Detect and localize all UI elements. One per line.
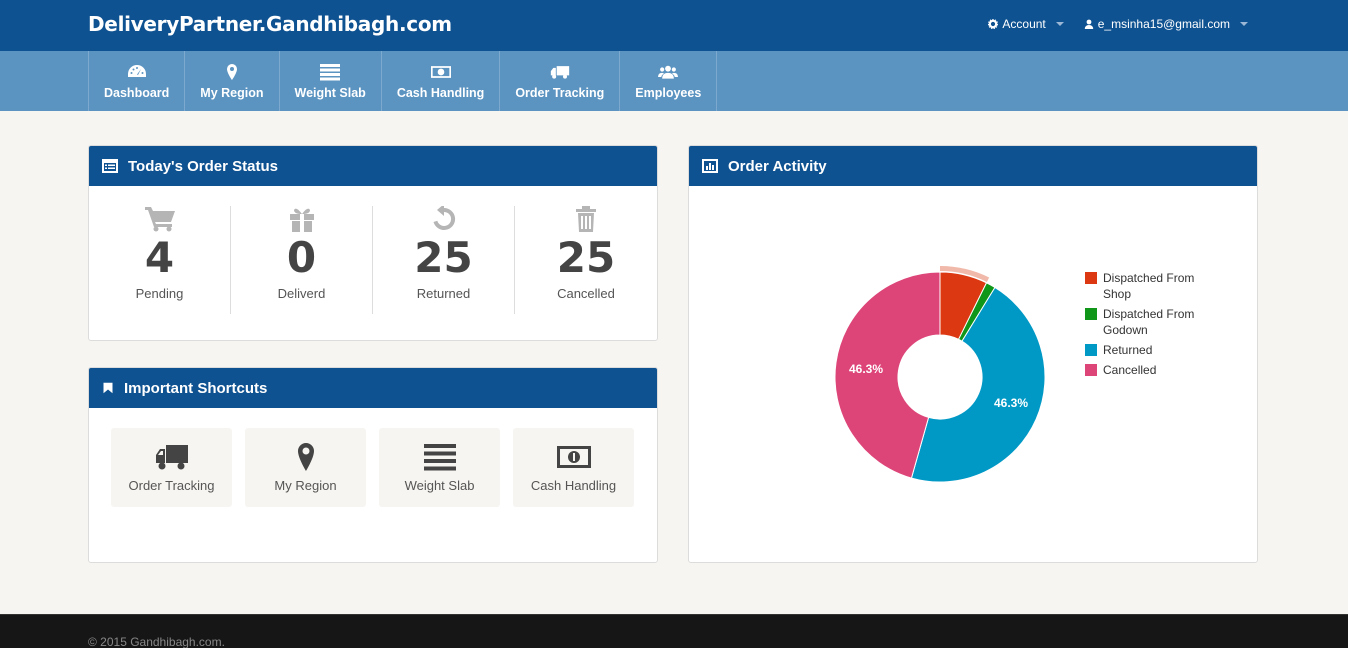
chevron-down-icon (1240, 22, 1248, 26)
map-marker-icon (297, 443, 314, 471)
cart-icon (144, 207, 175, 232)
stat-label: Pending (135, 286, 184, 301)
stat-label: Deliverd (277, 286, 326, 301)
legend-item[interactable]: Returned (1085, 342, 1213, 358)
gear-icon (988, 19, 999, 29)
shortcut-weight-slab[interactable]: Weight Slab (379, 428, 500, 507)
shortcut-cash-handling[interactable]: Cash Handling (513, 428, 634, 507)
legend-label: Dispatched From Godown (1103, 307, 1195, 337)
order-status-header: Today's Order Status (89, 146, 657, 186)
chevron-down-icon (1055, 22, 1064, 26)
legend-item[interactable]: Cancelled (1085, 362, 1213, 378)
legend-item[interactable]: Dispatched From Shop (1085, 270, 1213, 302)
stat-label: Returned (416, 286, 471, 301)
data-label: 46.3% (994, 396, 1028, 410)
stat-returned[interactable]: 25 Returned (373, 206, 515, 314)
stat-cancelled[interactable]: 25 Cancelled (515, 206, 657, 314)
stat-delivered[interactable]: 0 Deliverd (231, 206, 373, 314)
data-label: 46.3% (849, 362, 883, 376)
legend-item[interactable]: Dispatched From Godown (1085, 306, 1213, 338)
brand-title[interactable]: DeliveryPartner.Gandhibagh.com (88, 12, 452, 36)
money-icon (430, 65, 451, 78)
shortcut-my-region[interactable]: My Region (245, 428, 366, 507)
nav-dashboard[interactable]: Dashboard (89, 51, 186, 111)
shortcut-order-tracking[interactable]: Order Tracking (111, 428, 232, 507)
main-nav: Dashboard My Region Weight Slab Cash Han… (0, 51, 1348, 111)
order-status-panel: Today's Order Status 4 Pending 0 Deliver… (88, 145, 658, 341)
stat-label: Cancelled (557, 286, 615, 301)
legend-swatch (1085, 272, 1097, 284)
nav-label: Weight Slab (294, 85, 366, 100)
truck-icon (155, 445, 188, 470)
gift-icon (289, 208, 314, 232)
chart-legend: Dispatched From Shop Dispatched From Godo… (1085, 270, 1213, 382)
undo-icon (433, 206, 455, 230)
shortcut-label: Order Tracking (128, 478, 215, 493)
trash-icon (576, 206, 596, 232)
top-nav: Account e_msinha15@gmail.com (988, 17, 1248, 31)
legend-swatch (1085, 344, 1097, 356)
user-icon (1084, 19, 1093, 29)
panel-title: Order Activity (728, 157, 827, 175)
nav-label: Employees (635, 85, 702, 100)
order-activity-header: Order Activity (689, 146, 1257, 186)
nav-weight-slab[interactable]: Weight Slab (280, 51, 382, 111)
nav-order-tracking[interactable]: Order Tracking (500, 51, 621, 111)
stat-value: 4 (144, 233, 175, 282)
nav-my-region[interactable]: My Region (185, 51, 280, 111)
map-marker-icon (226, 63, 237, 80)
truck-icon (550, 65, 569, 79)
nav-label: Dashboard (104, 85, 170, 100)
stat-pending[interactable]: 4 Pending (89, 206, 231, 314)
dashboard-icon (127, 64, 146, 77)
order-activity-panel: Order Activity 46.3% 46.3% Dispatched Fro… (688, 145, 1258, 563)
shortcuts-panel: Important Shortcuts Order Tracking My Re… (88, 367, 658, 563)
shortcut-list: Order Tracking My Region Weight Slab Cas… (89, 408, 657, 507)
legend-swatch (1085, 308, 1097, 320)
footer: © 2015 Gandhibagh.com. (0, 614, 1348, 648)
list-alt-icon (102, 159, 118, 173)
stat-value: 25 (556, 233, 616, 282)
top-header: DeliveryPartner.Gandhibagh.com Account e… (0, 0, 1348, 51)
panel-title: Today's Order Status (128, 157, 278, 175)
nav-label: My Region (200, 85, 264, 100)
footer-text: © 2015 Gandhibagh.com. (88, 635, 225, 648)
nav-label: Order Tracking (515, 85, 605, 100)
order-stats: 4 Pending 0 Deliverd 25 Returned 25 Canc… (89, 186, 657, 314)
shortcut-label: Cash Handling (530, 478, 617, 493)
list-icon (423, 444, 456, 471)
stat-value: 0 (286, 233, 317, 282)
nav-cash-handling[interactable]: Cash Handling (382, 51, 501, 111)
list-icon (320, 63, 341, 80)
legend-label: Dispatched From Shop (1103, 271, 1195, 301)
legend-label: Cancelled (1103, 363, 1157, 377)
panel-title: Important Shortcuts (124, 379, 268, 397)
account-menu[interactable]: Account (988, 17, 1064, 31)
stat-value: 25 (414, 233, 473, 282)
user-menu[interactable]: e_msinha15@gmail.com (1084, 17, 1248, 31)
legend-swatch (1085, 364, 1097, 376)
account-label: Account (1002, 17, 1046, 31)
users-icon (658, 65, 679, 79)
nav-label: Cash Handling (396, 85, 485, 100)
shortcut-label: Weight Slab (404, 478, 475, 493)
shortcuts-header: Important Shortcuts (89, 368, 657, 408)
nav-employees[interactable]: Employees (620, 51, 718, 111)
bar-chart-icon (702, 159, 718, 173)
shortcut-label: My Region (274, 478, 337, 493)
user-email: e_msinha15@gmail.com (1097, 17, 1230, 31)
money-icon (556, 446, 591, 468)
legend-label: Returned (1103, 343, 1153, 357)
bookmark-icon (103, 382, 113, 394)
